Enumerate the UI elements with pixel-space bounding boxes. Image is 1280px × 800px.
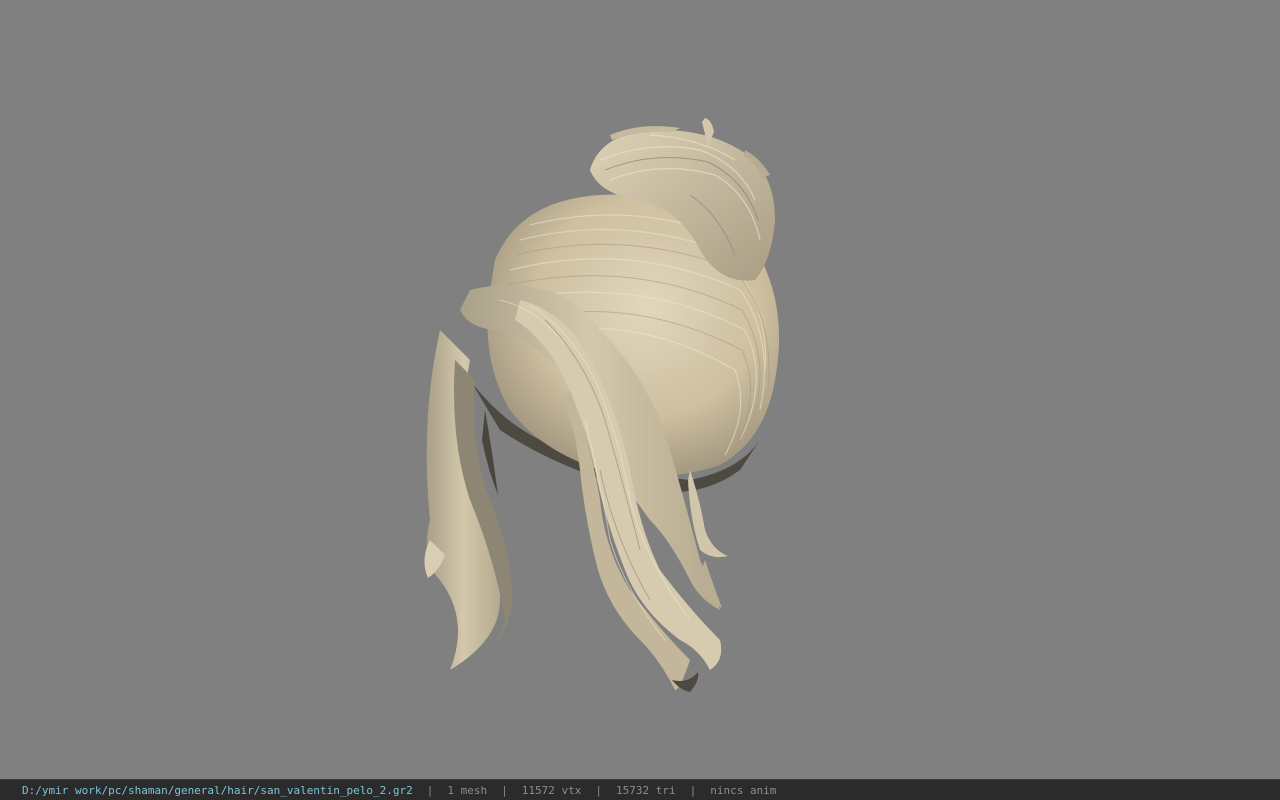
3d-viewport[interactable] xyxy=(0,0,1280,779)
separator: | xyxy=(501,783,508,797)
separator: | xyxy=(689,783,697,797)
animation-status: nincs anim xyxy=(710,783,777,797)
file-path: D:/ymir work/pc/shaman/general/hair/san_… xyxy=(22,783,413,797)
triangle-count: 15732 tri xyxy=(615,783,676,797)
mesh-count: 1 mesh xyxy=(447,783,488,797)
separator: | xyxy=(595,783,602,797)
vertex-count: 11572 vtx xyxy=(521,783,582,797)
hair-model-render xyxy=(424,118,780,692)
status-bar: D:/ymir work/pc/shaman/general/hair/san_… xyxy=(0,779,1280,800)
separator: | xyxy=(426,783,434,797)
